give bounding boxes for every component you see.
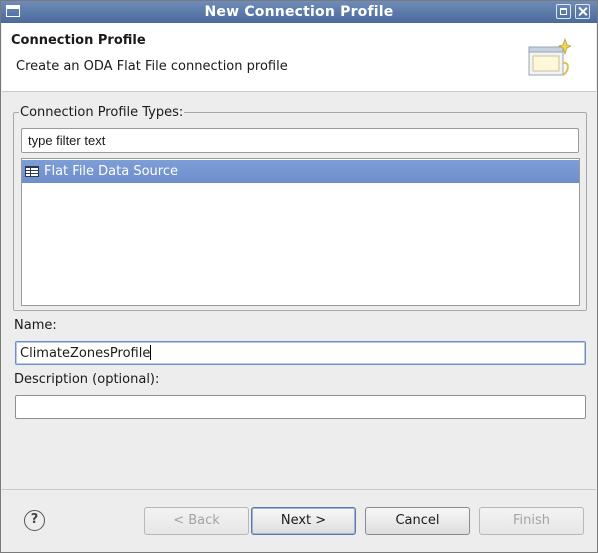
- description-label: Description (optional):: [14, 372, 160, 387]
- page-description: Create an ODA Flat File connection profi…: [16, 59, 288, 74]
- text-caret: [150, 345, 152, 360]
- next-button[interactable]: Next >: [251, 507, 356, 535]
- table-icon: [25, 166, 39, 177]
- maximize-button[interactable]: [556, 4, 571, 19]
- close-button[interactable]: [575, 4, 590, 19]
- profile-types-label: Connection Profile Types:: [19, 105, 185, 120]
- cancel-button[interactable]: Cancel: [365, 507, 470, 535]
- profile-types-list[interactable]: Flat File Data Source: [21, 158, 580, 306]
- connection-wizard-icon: [528, 37, 571, 76]
- window-title: New Connection Profile: [204, 4, 394, 20]
- finish-button[interactable]: Finish: [479, 507, 584, 535]
- help-icon[interactable]: ?: [24, 510, 45, 531]
- footer-separator: [2, 489, 596, 490]
- page-title: Connection Profile: [11, 33, 146, 48]
- list-item-label: Flat File Data Source: [44, 164, 178, 179]
- list-item-flat-file-data-source[interactable]: Flat File Data Source: [22, 160, 579, 183]
- title-bar[interactable]: New Connection Profile: [1, 1, 597, 23]
- description-input[interactable]: [15, 395, 586, 419]
- name-value: ClimateZonesProfile: [20, 346, 151, 361]
- filter-input[interactable]: [21, 128, 579, 153]
- header-banner: Connection Profile Create an ODA Flat Fi…: [2, 23, 596, 92]
- name-label: Name:: [14, 318, 57, 333]
- dialog-window: New Connection Profile Connection Profil…: [0, 0, 598, 553]
- back-button[interactable]: < Back: [144, 507, 249, 535]
- name-input[interactable]: ClimateZonesProfile: [15, 341, 586, 365]
